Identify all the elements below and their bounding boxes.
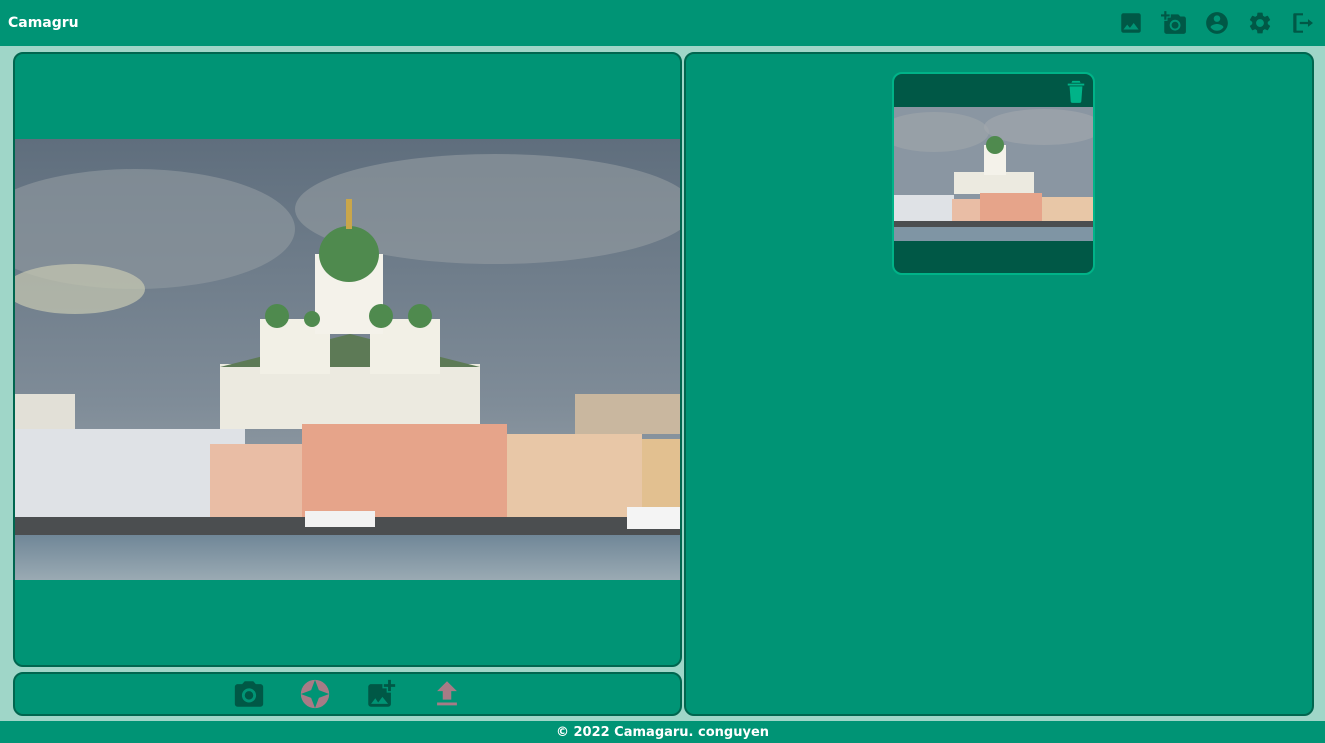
preview-panel: [13, 52, 682, 667]
capture-toolbar: [13, 672, 682, 716]
app-title[interactable]: Camagru: [0, 15, 79, 31]
footer-text: © 2022 Camagaru. conguyen: [555, 724, 770, 740]
camera-icon[interactable]: [232, 677, 266, 711]
gallery-icon[interactable]: [1117, 9, 1145, 37]
gallery-panel: [684, 52, 1314, 716]
footer: © 2022 Camagaru. conguyen: [0, 721, 1325, 743]
logout-icon[interactable]: [1289, 9, 1317, 37]
nav-icons: [1102, 0, 1325, 46]
gallery-thumbnail[interactable]: [894, 107, 1093, 241]
account-icon[interactable]: [1203, 9, 1231, 37]
gallery-card[interactable]: [892, 72, 1095, 275]
trash-icon[interactable]: [1065, 78, 1087, 104]
settings-icon[interactable]: [1246, 9, 1274, 37]
add-camera-icon[interactable]: [1160, 9, 1188, 37]
preview-image: [15, 139, 680, 580]
top-navbar: Camagru: [0, 0, 1325, 46]
add-image-icon[interactable]: [364, 677, 398, 711]
shutter-icon[interactable]: [298, 677, 332, 711]
upload-icon[interactable]: [430, 677, 464, 711]
